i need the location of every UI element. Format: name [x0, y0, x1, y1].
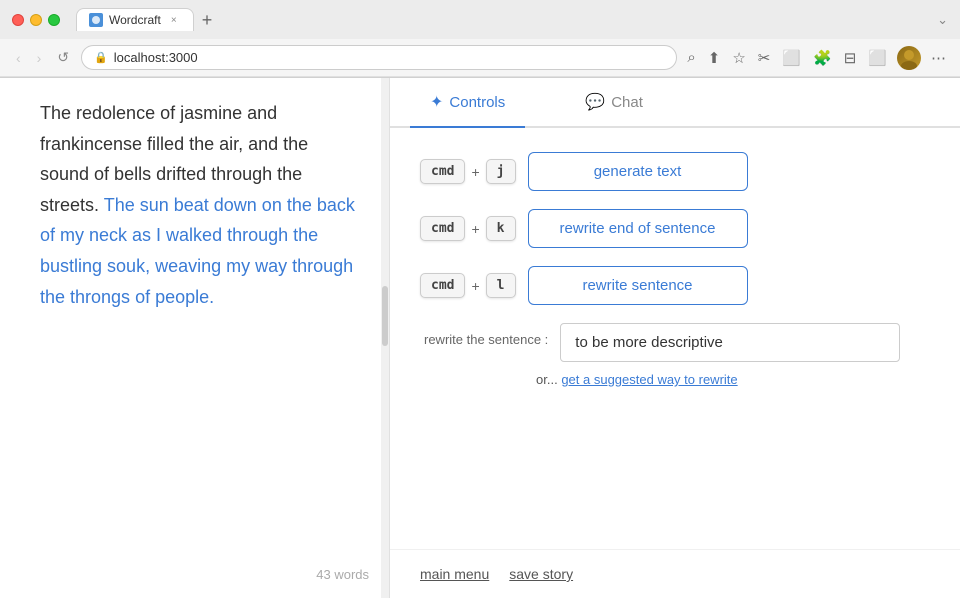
tab-title: Wordcraft: [109, 13, 161, 27]
nav-actions: ⌕ ⬆ ☆ ✂ ⬜ 🧩 ⊟ ⬜ ⋯: [685, 46, 948, 70]
scrollbar-thumb[interactable]: [382, 286, 388, 346]
cut-icon[interactable]: ✂: [756, 47, 773, 69]
main-menu-link[interactable]: main menu: [420, 566, 489, 582]
shortcut-row-rewrite-end: cmd + k rewrite end of sentence: [420, 209, 930, 248]
rewrite-end-sentence-button[interactable]: rewrite end of sentence: [528, 209, 748, 248]
editor-panel: The redolence of jasmine and frankincens…: [0, 78, 390, 598]
search-icon[interactable]: ⌕: [685, 47, 697, 68]
sparkle-icon: ✦: [430, 92, 443, 112]
cmd-key-rewrite-end: cmd: [420, 216, 465, 241]
controls-tab-label: Controls: [449, 94, 505, 111]
copy-icon[interactable]: ⬜: [780, 47, 803, 69]
more-options-icon[interactable]: ⋯: [929, 47, 948, 69]
or-text: or...: [536, 372, 558, 387]
shortcut-row-rewrite: cmd + l rewrite sentence: [420, 266, 930, 305]
active-tab[interactable]: Wordcraft ×: [76, 8, 194, 31]
letter-key-rewrite-end: k: [486, 216, 516, 241]
plus-generate: +: [471, 164, 479, 180]
panel-footer: main menu save story: [390, 549, 960, 598]
shortcut-row-generate: cmd + j generate text: [420, 152, 930, 191]
traffic-lights: [12, 14, 60, 26]
scrollbar-track: [381, 78, 389, 598]
plus-rewrite-end: +: [471, 221, 479, 237]
tab-bar: Wordcraft × +: [76, 8, 929, 31]
tab-controls[interactable]: ✦ Controls: [410, 78, 525, 128]
share-icon[interactable]: ⬆: [706, 47, 723, 69]
title-bar: Wordcraft × + ⌄: [0, 0, 960, 39]
main-content: The redolence of jasmine and frankincens…: [0, 78, 960, 598]
avatar[interactable]: [897, 46, 921, 70]
close-window-button[interactable]: [12, 14, 24, 26]
rewrite-label-row: rewrite the sentence :: [424, 323, 930, 362]
new-tab-button[interactable]: +: [198, 9, 217, 31]
tab-chat[interactable]: 💬 Chat: [565, 78, 663, 126]
letter-key-rewrite: l: [486, 273, 516, 298]
plus-rewrite: +: [471, 278, 479, 294]
back-button[interactable]: ‹: [12, 48, 25, 68]
browser-chrome: Wordcraft × + ⌄ ‹ › ↺ 🔒 localhost:3000 ⌕…: [0, 0, 960, 78]
save-story-link[interactable]: save story: [509, 566, 573, 582]
address-bar[interactable]: 🔒 localhost:3000: [81, 45, 677, 70]
generate-text-button[interactable]: generate text: [528, 152, 748, 191]
controls-panel: ✦ Controls 💬 Chat cmd + j generate text: [390, 78, 960, 598]
rewrite-section: rewrite the sentence : or... get a sugge…: [424, 323, 930, 387]
cmd-key-rewrite: cmd: [420, 273, 465, 298]
lock-icon: 🔒: [94, 51, 108, 64]
letter-key-generate: j: [486, 159, 516, 184]
tab-favicon: [89, 13, 103, 27]
word-count: 43 words: [316, 567, 369, 582]
rewrite-label: rewrite the sentence :: [424, 323, 548, 349]
shortcut-keys-rewrite-end: cmd + k: [420, 216, 516, 241]
or-suggest-text: or... get a suggested way to rewrite: [536, 372, 930, 387]
extensions-icon[interactable]: 🧩: [811, 47, 834, 69]
fullscreen-window-button[interactable]: [48, 14, 60, 26]
sidebar-icon[interactable]: ⊟: [842, 47, 859, 69]
controls-content: cmd + j generate text cmd + k rewrite en…: [390, 128, 960, 549]
shortcut-keys-rewrite: cmd + l: [420, 273, 516, 298]
minimize-window-button[interactable]: [30, 14, 42, 26]
rewrite-sentence-button[interactable]: rewrite sentence: [528, 266, 748, 305]
rewrite-input[interactable]: [560, 323, 900, 362]
editor-content: The redolence of jasmine and frankincens…: [40, 98, 359, 312]
chat-icon: 💬: [585, 92, 605, 112]
nav-bar: ‹ › ↺ 🔒 localhost:3000 ⌕ ⬆ ☆ ✂ ⬜ 🧩 ⊟ ⬜ ⋯: [0, 39, 960, 77]
forward-button[interactable]: ›: [33, 48, 46, 68]
reload-button[interactable]: ↺: [53, 47, 73, 68]
chat-tab-label: Chat: [611, 94, 643, 111]
tab-close-button[interactable]: ×: [167, 13, 181, 27]
address-text: localhost:3000: [114, 50, 198, 65]
cmd-key-generate: cmd: [420, 159, 465, 184]
suggest-link[interactable]: get a suggested way to rewrite: [561, 372, 737, 387]
bookmark-icon[interactable]: ☆: [730, 47, 747, 69]
panel-tabs: ✦ Controls 💬 Chat: [390, 78, 960, 128]
window-more-button[interactable]: ⌄: [937, 12, 948, 28]
shortcut-keys-generate: cmd + j: [420, 159, 516, 184]
fullscreen-icon[interactable]: ⬜: [866, 47, 889, 69]
